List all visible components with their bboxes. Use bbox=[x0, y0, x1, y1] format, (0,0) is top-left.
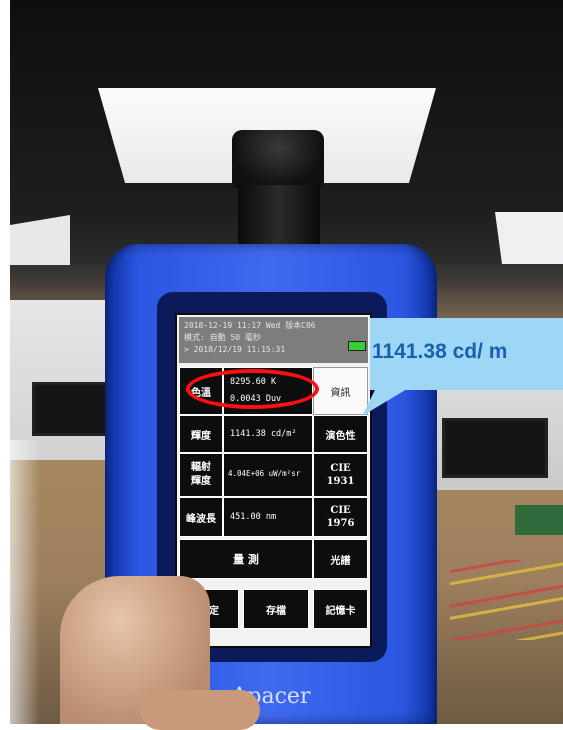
label-radiance: 輻射 輝度 bbox=[179, 453, 223, 497]
camera-lens-tube bbox=[238, 185, 320, 247]
left-edge-gloss bbox=[0, 440, 40, 724]
info-button[interactable]: 資訊 bbox=[313, 367, 368, 415]
light-panel-right bbox=[495, 212, 563, 264]
thumb bbox=[140, 690, 260, 730]
status-datetime: 2018-12-19 11:17 Wed 版本C06 bbox=[184, 321, 316, 330]
status-mode: 模式: 自動 50 毫秒 bbox=[184, 333, 261, 342]
panel-meter-right bbox=[442, 418, 548, 478]
callout-text: 1141.38 cd/ m bbox=[372, 340, 508, 363]
foam-block-left bbox=[10, 300, 118, 460]
status-last-measure: > 2018/12/19 11:15:31 bbox=[184, 345, 286, 354]
value-luminance: 1141.38 cd/m² bbox=[223, 415, 313, 453]
camera-lens-body bbox=[232, 130, 324, 188]
status-bar: 2018-12-19 11:17 Wed 版本C06 模式: 自動 50 毫秒 … bbox=[179, 317, 368, 363]
memory-card-button[interactable]: 記憶卡 bbox=[313, 589, 368, 629]
battery-icon bbox=[348, 341, 366, 351]
cie1976-button[interactable]: CIE 1976 bbox=[313, 497, 368, 537]
cie1931-button[interactable]: CIE 1931 bbox=[313, 453, 368, 497]
wires bbox=[450, 560, 563, 640]
measure-button[interactable]: 量 測 bbox=[179, 539, 313, 579]
spectrum-button[interactable]: 光譜 bbox=[313, 539, 368, 579]
label-luminance: 輝度 bbox=[179, 415, 223, 453]
save-button[interactable]: 存檔 bbox=[243, 589, 309, 629]
value-peak-wavelength: 451.00 nm bbox=[223, 497, 313, 537]
label-peak-wavelength: 峰波長 bbox=[179, 497, 223, 537]
value-radiance: 4.04E+06 uW/m²sr bbox=[223, 453, 313, 497]
circuit-board bbox=[515, 505, 563, 535]
cri-button[interactable]: 演色性 bbox=[313, 415, 368, 453]
luminance-highlight-ellipse bbox=[186, 369, 319, 409]
